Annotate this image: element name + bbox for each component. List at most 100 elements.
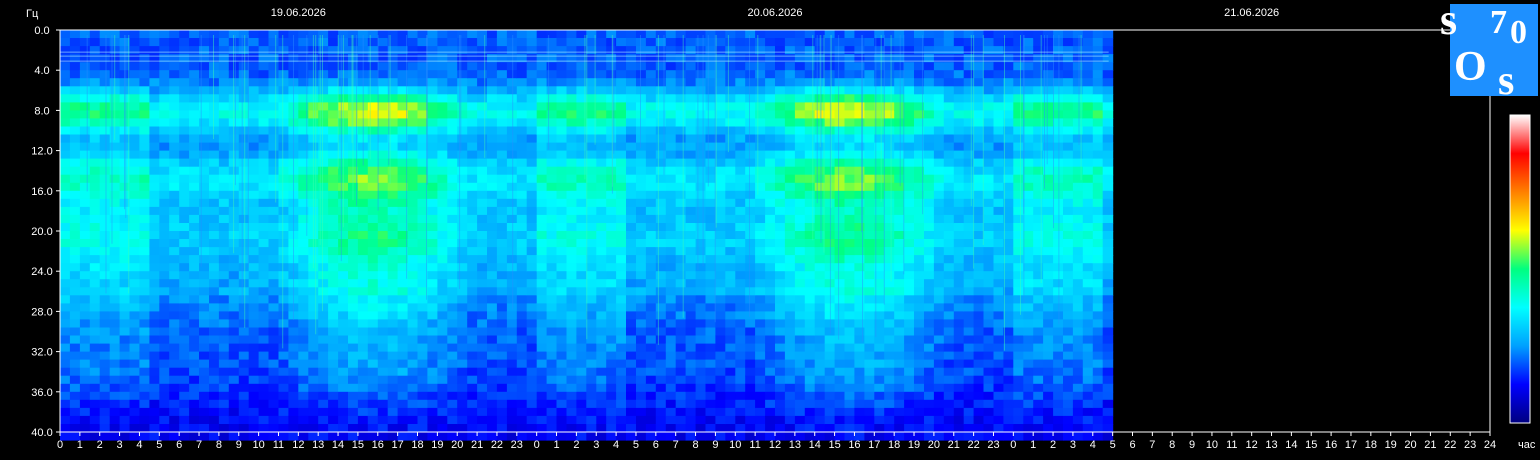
heatmap-cell xyxy=(924,86,935,95)
heatmap-cell xyxy=(447,391,458,401)
heatmap-cell xyxy=(169,142,180,152)
heatmap-cell xyxy=(357,206,369,216)
heatmap-cell xyxy=(79,407,91,417)
heatmap-cell xyxy=(953,110,965,119)
heatmap-cell xyxy=(218,174,230,184)
heatmap-cell xyxy=(487,407,498,417)
heatmap-cell xyxy=(348,391,359,401)
heatmap-cell xyxy=(159,110,170,119)
heatmap-cell xyxy=(318,247,329,256)
heatmap-cell xyxy=(824,375,836,385)
heatmap-cell xyxy=(199,182,210,192)
heatmap-cell xyxy=(377,303,389,312)
heatmap-cell xyxy=(189,142,200,152)
heatmap-cell xyxy=(308,367,319,377)
heatmap-cell xyxy=(705,367,716,377)
heatmap-cell xyxy=(248,158,260,168)
heatmap-cell xyxy=(60,239,71,248)
heatmap-cell xyxy=(894,279,905,288)
heatmap-cell xyxy=(377,335,389,345)
heatmap-cell xyxy=(993,263,1004,272)
heatmap-cell xyxy=(238,335,250,345)
heatmap-cell xyxy=(864,391,875,401)
heatmap-cell xyxy=(784,351,796,361)
heatmap-cell xyxy=(665,407,677,417)
heatmap-cell xyxy=(854,295,865,304)
heatmap-cell xyxy=(457,239,468,248)
heatmap-cell xyxy=(894,38,905,47)
heatmap-cell xyxy=(278,255,289,264)
heatmap-cell xyxy=(129,311,140,320)
heatmap-cell xyxy=(199,391,210,401)
heatmap-cell xyxy=(645,343,657,353)
heatmap-cell xyxy=(804,367,816,377)
heatmap-cell xyxy=(695,247,707,256)
heatmap-cell xyxy=(715,190,726,200)
heatmap-cell xyxy=(546,319,558,328)
heatmap-cell xyxy=(705,239,716,248)
heatmap-cell xyxy=(248,247,260,256)
heatmap-cell xyxy=(79,247,91,256)
heatmap-cell xyxy=(79,271,91,280)
heatmap-cell xyxy=(844,62,855,71)
heatmap-cell xyxy=(963,287,975,296)
heatmap-cell xyxy=(149,214,160,224)
heatmap-cell xyxy=(377,110,389,119)
heatmap-cell xyxy=(437,30,448,39)
heatmap-cell xyxy=(238,383,250,393)
heatmap-cell xyxy=(1013,327,1024,337)
heatmap-cell xyxy=(914,351,925,361)
heatmap-cell xyxy=(69,70,81,79)
heatmap-cell xyxy=(328,94,339,103)
heatmap-cell xyxy=(645,295,657,304)
heatmap-cell xyxy=(924,70,935,79)
heatmap-cell xyxy=(228,271,240,280)
heatmap-cell xyxy=(209,38,220,47)
heatmap-cell xyxy=(536,383,548,393)
heatmap-cell xyxy=(596,351,607,361)
heatmap-cell xyxy=(467,351,478,361)
heatmap-cell xyxy=(89,174,101,184)
heatmap-cell xyxy=(60,327,71,337)
heatmap-cell xyxy=(139,214,150,224)
heatmap-cell xyxy=(606,335,617,345)
heatmap-cell xyxy=(487,46,498,55)
heatmap-cell xyxy=(655,110,667,119)
heatmap-cell xyxy=(665,62,677,71)
heatmap-cell xyxy=(943,271,955,280)
heatmap-cell xyxy=(407,102,419,111)
heatmap-cell xyxy=(218,247,230,256)
heatmap-cell xyxy=(963,46,975,55)
heatmap-cell xyxy=(566,190,577,200)
heatmap-cell xyxy=(60,319,71,328)
heatmap-cell xyxy=(963,311,975,320)
heatmap-cell xyxy=(626,182,637,192)
heatmap-cell xyxy=(199,70,210,79)
heatmap-cell xyxy=(636,263,647,272)
heatmap-cell xyxy=(894,343,905,353)
heatmap-cell xyxy=(199,38,210,47)
heatmap-cell xyxy=(765,182,776,192)
heatmap-cell xyxy=(794,247,806,256)
heatmap-cell xyxy=(933,62,945,71)
heatmap-cell xyxy=(804,118,816,127)
heatmap-cell xyxy=(665,263,677,272)
heatmap-cell xyxy=(348,319,359,328)
heatmap-cell xyxy=(506,239,518,248)
heatmap-cell xyxy=(129,263,140,272)
heatmap-cell xyxy=(149,62,160,71)
heatmap-cell xyxy=(248,142,260,152)
heatmap-cell xyxy=(765,231,776,240)
heatmap-cell xyxy=(387,223,399,232)
heatmap-cell xyxy=(278,150,289,160)
heatmap-cell xyxy=(387,383,399,393)
heatmap-cell xyxy=(755,375,766,385)
heatmap-cell xyxy=(715,351,726,361)
heatmap-cell xyxy=(298,263,309,272)
heatmap-cell xyxy=(755,335,766,345)
heatmap-cell xyxy=(417,424,428,433)
heatmap-cell xyxy=(616,424,627,433)
heatmap-cell xyxy=(487,335,498,345)
heatmap-cell xyxy=(914,359,925,369)
heatmap-cell xyxy=(645,383,657,393)
